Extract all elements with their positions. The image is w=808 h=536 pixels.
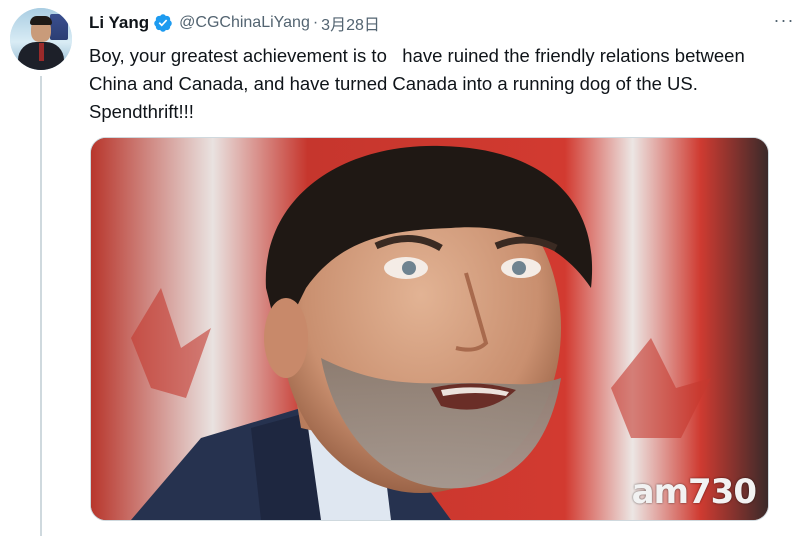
verified-badge-icon bbox=[153, 13, 173, 33]
tweet-date[interactable]: 3月28日 bbox=[321, 11, 380, 35]
tweet-header: Li Yang @CGChinaLiYang · 3月28日 bbox=[89, 10, 778, 36]
separator-dot: · bbox=[312, 14, 319, 31]
photo-image bbox=[91, 138, 768, 520]
author-name[interactable]: Li Yang bbox=[89, 13, 149, 33]
watermark-logo: am730 bbox=[631, 472, 757, 512]
author-handle[interactable]: @CGChinaLiYang bbox=[179, 14, 310, 32]
thread-line bbox=[40, 76, 42, 536]
avatar[interactable] bbox=[10, 8, 72, 70]
tweet[interactable]: Li Yang @CGChinaLiYang · 3月28日 ··· Boy, … bbox=[0, 0, 808, 536]
tweet-photo[interactable]: am730 bbox=[90, 137, 769, 521]
more-icon[interactable]: ··· bbox=[772, 8, 796, 32]
tweet-text: Boy, your greatest achievement is to hav… bbox=[89, 45, 750, 122]
